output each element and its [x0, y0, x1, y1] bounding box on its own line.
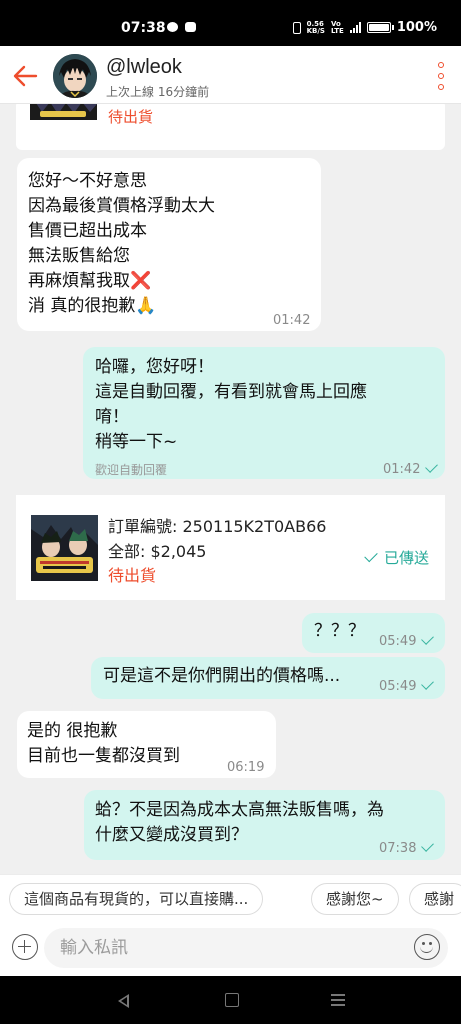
- message-time: 01:42: [273, 313, 311, 328]
- more-vertical-icon: [438, 62, 444, 68]
- order-status: 待出貨: [108, 108, 154, 126]
- message-text: 是的 很抱歉 目前也一隻都沒買到: [27, 721, 180, 766]
- sent-status: 已傳送: [364, 547, 429, 568]
- order-status: 待出貨: [108, 566, 157, 585]
- system-nav-bar: [0, 976, 461, 1024]
- status-indicators: 0.56 KB/S Vo LTE 100%: [292, 19, 437, 35]
- contact-username: @lwleok: [106, 56, 182, 78]
- product-thumbnail: [31, 515, 98, 581]
- message-text: ？？？: [314, 621, 365, 641]
- status-time: 07:38: [121, 20, 166, 36]
- message-text: 哈囉，您好呀！ 這是自動回覆，有看到就會馬上回應 唷！ 稍等一下~: [95, 357, 367, 452]
- last-seen: 上次上線 16分鐘前: [106, 85, 210, 99]
- order-number: 訂單編號: 250115K2T0AB66: [108, 517, 327, 536]
- battery-percent: 100%: [396, 20, 437, 35]
- message-outgoing[interactable]: 可是這不是你們開出的價格嗎... 05:49: [91, 657, 445, 699]
- quick-reply-chip[interactable]: 感謝: [409, 883, 461, 915]
- read-check-icon: [421, 632, 435, 645]
- emoji-icon[interactable]: [414, 934, 440, 960]
- message-time: 07:38: [379, 836, 435, 861]
- message-incoming[interactable]: 您好～不好意思 因為最後賞價格浮動太大 售價已超出成本 無法販售給您 再麻煩幫我…: [17, 158, 321, 331]
- product-thumbnail: [30, 104, 97, 120]
- message-time: 06:19: [227, 760, 265, 775]
- more-button[interactable]: [435, 62, 447, 90]
- chat-area[interactable]: 待出貨 您好～不好意思 因為最後賞價格浮動太大 售價已超出成本 無法販售給您 再…: [0, 104, 461, 874]
- order-total: 全部: $2,045: [108, 542, 207, 561]
- quick-reply-bar: 這個商品有現貨的，可以直接購... 感謝您~ 感謝: [0, 874, 461, 922]
- message-input[interactable]: [44, 928, 448, 968]
- order-card[interactable]: 訂單編號: 250115K2T0AB66 全部: $2,045 待出貨 已傳送: [16, 495, 445, 600]
- nav-home-icon[interactable]: [225, 993, 239, 1007]
- quick-reply-chip[interactable]: 感謝您~: [311, 883, 399, 915]
- vibrate-icon: [292, 21, 301, 34]
- quick-reply-chip[interactable]: 這個商品有現貨的，可以直接購...: [9, 883, 264, 915]
- message-text: 您好～不好意思 因為最後賞價格浮動太大 售價已超出成本 無法販售給您 再麻煩幫我…: [28, 171, 215, 316]
- message-text: 可是這不是你們開出的價格嗎...: [103, 666, 341, 686]
- message-incoming[interactable]: 是的 很抱歉 目前也一隻都沒買到 06:19: [17, 711, 276, 778]
- message-time: 05:49: [379, 629, 435, 654]
- message-outgoing[interactable]: 蛤？不是因為成本太高無法販售嗎，為 什麼又變成沒買到？ 07:38: [84, 790, 445, 860]
- check-icon: [364, 548, 378, 563]
- nav-back-icon[interactable]: [118, 994, 129, 1008]
- arrow-left-icon: [13, 65, 38, 87]
- avatar[interactable]: [53, 54, 97, 98]
- back-button[interactable]: [10, 60, 42, 92]
- nav-recents-icon[interactable]: [331, 994, 345, 1006]
- message-outgoing[interactable]: ？？？ 05:49: [302, 613, 445, 653]
- message-outgoing[interactable]: 哈囉，您好呀！ 這是自動回覆，有看到就會馬上回應 唷！ 稍等一下~ 歡迎自動回覆…: [83, 347, 445, 479]
- signal-icon: [349, 22, 361, 33]
- status-bar: 07:38 0.56 KB/S Vo LTE 100%: [0, 0, 461, 46]
- message-input-bar: [0, 922, 461, 976]
- network-speed: 0.56 KB/S: [306, 19, 325, 35]
- battery-fill: [368, 24, 389, 31]
- read-check-icon: [421, 677, 435, 690]
- message-time: 01:42: [383, 457, 439, 482]
- chat-notification-icon: [167, 22, 178, 32]
- app-notification-icon: [185, 22, 196, 32]
- auto-reply-note: 歡迎自動回覆: [95, 463, 168, 477]
- lte-indicator: Vo LTE: [330, 19, 344, 35]
- read-check-icon: [425, 460, 439, 473]
- battery-icon: [366, 22, 394, 33]
- message-time: 05:49: [379, 674, 435, 699]
- chat-header: @lwleok 上次上線 16分鐘前: [0, 46, 461, 104]
- read-check-icon: [421, 839, 435, 852]
- add-attachment-button[interactable]: [12, 934, 38, 960]
- product-card-partial[interactable]: 待出貨: [16, 104, 445, 150]
- avatar-image: [53, 54, 97, 98]
